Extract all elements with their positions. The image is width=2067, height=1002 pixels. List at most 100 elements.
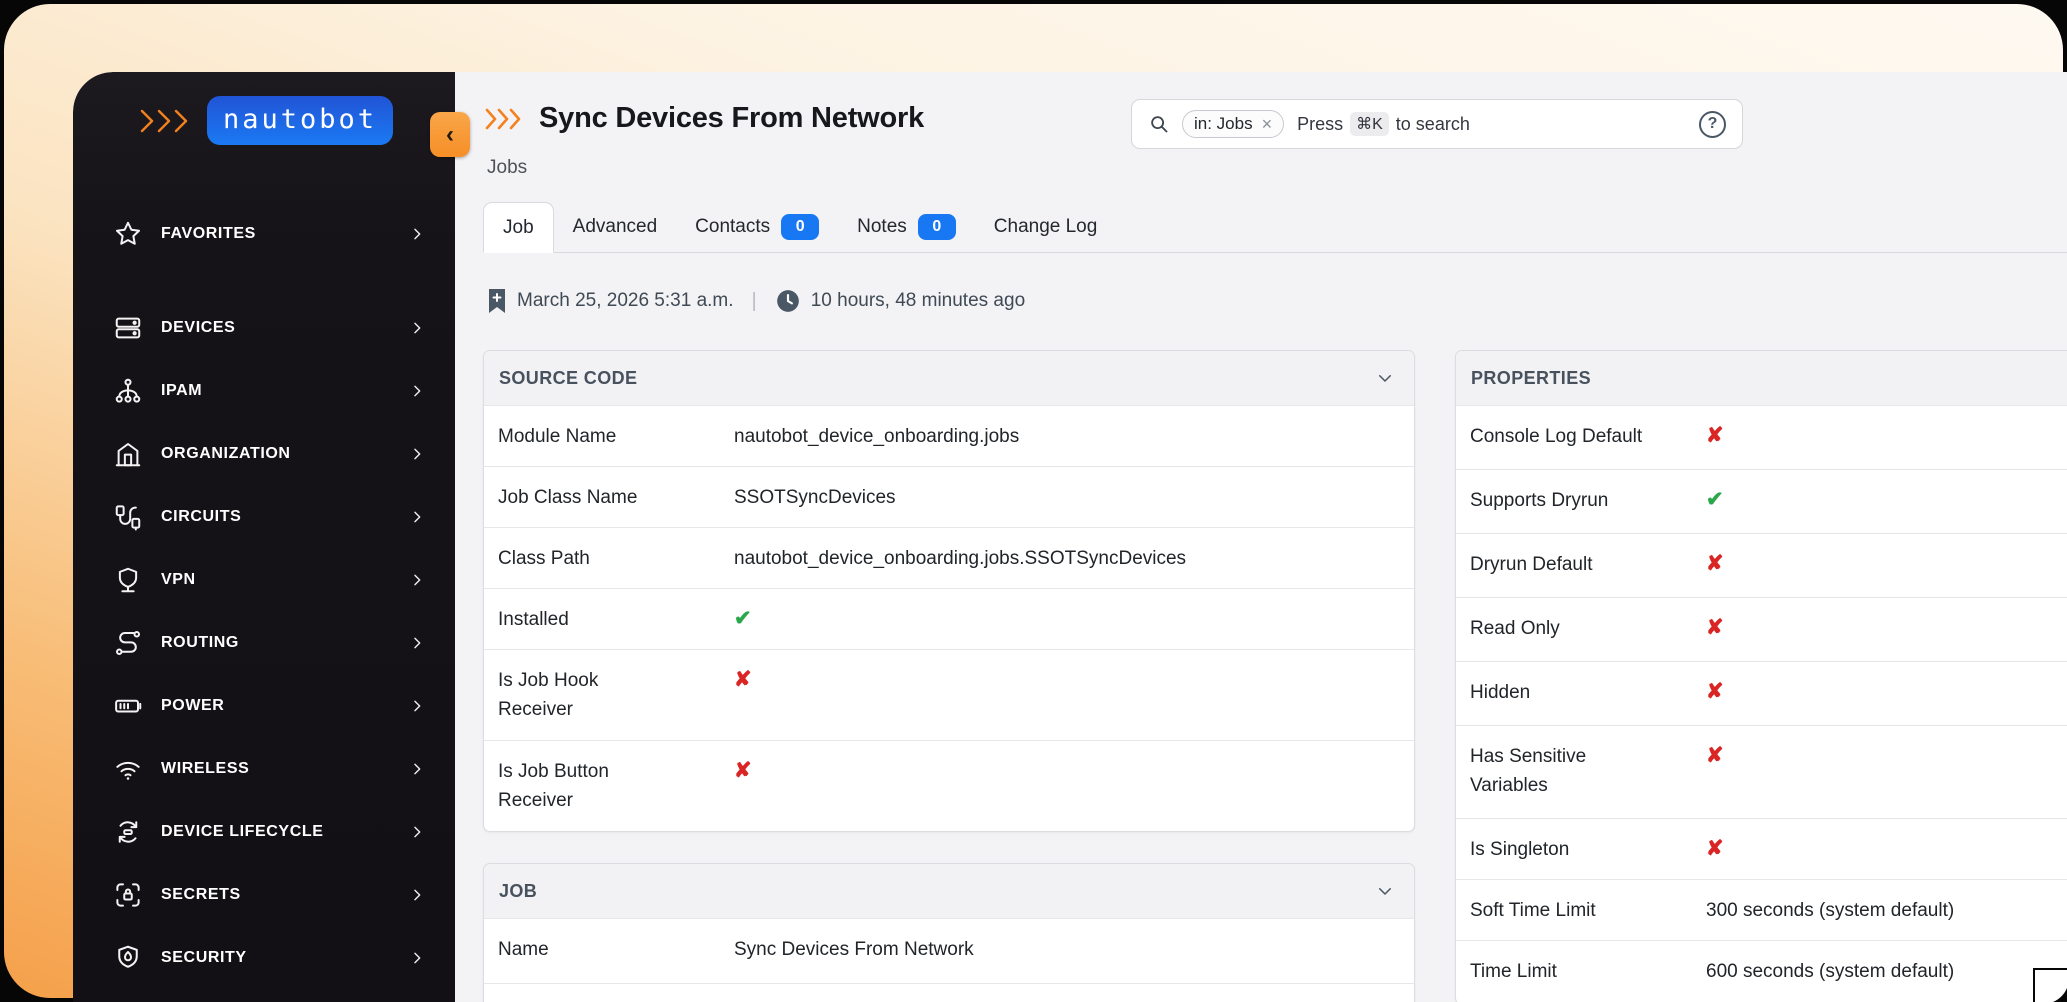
sidebar-item-label: SECRETS [161,885,241,903]
chevron-right-icon [409,698,425,714]
sidebar-item-device-lifecycle[interactable]: DEVICE LIFECYCLE [73,800,455,863]
sidebar-item-label: CIRCUITS [161,507,242,525]
chevron-right-icon [409,950,425,966]
table-row: Has Sensitive Variables ✘ [1456,725,2067,818]
table-row: Read Only ✘ [1456,597,2067,661]
chip-close-icon[interactable]: × [1262,115,1273,133]
sidebar-item-security[interactable]: SECURITY [73,926,455,989]
clock-icon [775,288,801,314]
tab-label: Job [503,216,534,238]
sidebar-item-load-balancers[interactable]: LOAD BALANCERS [73,989,455,1002]
row-value: SSOTSyncDevices [734,487,896,508]
refresh-device-icon [113,817,143,847]
search-chip-label: in: Jobs [1194,114,1253,133]
tab-change-log[interactable]: Change Log [975,202,1117,252]
search-placeholder: Press ⌘K to search [1297,112,1470,136]
row-label: Read Only [1470,618,1560,639]
chevron-right-icon [409,226,425,242]
table-row: Is Singleton ✘ [1456,818,2067,879]
sidebar-item-power[interactable]: POWER [73,674,455,737]
cross-icon: ✘ [734,668,752,691]
job-panel-header[interactable]: JOB [484,864,1414,918]
route-icon [113,628,143,658]
search-filter-chip[interactable]: in: Jobs × [1182,110,1285,138]
sidebar-item-label: VPN [161,570,196,588]
row-label: Supports Dryrun [1470,490,1609,511]
table-row: Console Log Default ✘ [1456,405,2067,469]
properties-panel-header[interactable]: PROPERTIES [1456,351,2067,405]
table-row: Hidden ✘ [1456,661,2067,725]
row-value: ✔ [1706,470,2067,515]
job-panel: JOB Name Sync Devices From Network [483,863,1415,1002]
row-label: Hidden [1470,682,1531,703]
star-icon [113,219,143,249]
panel-title: SOURCE CODE [499,367,638,388]
tab-advanced[interactable]: Advanced [554,202,677,252]
tab-contacts[interactable]: Contacts 0 [676,202,838,252]
row-value: ✘ [1706,726,2067,771]
row-label: Is Singleton [1470,839,1570,860]
table-row: Class Path nautobot_device_onboarding.jo… [484,527,1414,588]
sidebar-item-label: WIRELESS [161,759,250,777]
tab-notes[interactable]: Notes 0 [838,202,975,252]
sidebar-item-favorites[interactable]: FAVORITES [73,202,455,265]
table-row [484,983,1414,1002]
sidebar-item-label: ORGANIZATION [161,444,291,462]
help-icon[interactable]: ? [1699,110,1726,138]
global-search-input[interactable]: in: Jobs × Press ⌘K to search ? [1131,99,1743,149]
object-meta: March 25, 2026 5:31 a.m. | 10 hours, 48 … [487,288,1025,314]
network-tree-icon [113,376,143,406]
row-label: Job Class Name [498,487,638,508]
lock-brackets-icon [113,880,143,910]
source-code-panel-header[interactable]: SOURCE CODE [484,351,1414,405]
cross-icon: ✘ [1706,744,1724,767]
chevron-right-icon [409,824,425,840]
chevron-right-icon [409,572,425,588]
sidebar-item-label: POWER [161,696,225,714]
row-value: ✔ [734,589,1400,634]
sidebar-item-organization[interactable]: ORGANIZATION [73,422,455,485]
sidebar-item-label: ROUTING [161,633,239,651]
chevron-right-icon [409,635,425,651]
shield-network-icon [113,565,143,595]
row-value [734,984,1400,1000]
question-mark-glyph: ? [1707,115,1718,132]
breadcrumb-jobs[interactable]: Jobs [487,157,527,179]
search-icon [1148,113,1170,135]
sidebar-item-devices[interactable]: DEVICES [73,296,455,359]
sidebar-item-secrets[interactable]: SECRETS [73,863,455,926]
chevron-right-icon [409,509,425,525]
chevron-right-icon [409,761,425,777]
row-value: ✘ [734,650,1400,695]
chevron-right-icon [409,383,425,399]
sidebar-item-vpn[interactable]: VPN [73,548,455,611]
table-row: Job Class Name SSOTSyncDevices [484,466,1414,527]
sidebar-item-label: FAVORITES [161,224,256,242]
tab-job[interactable]: Job [483,202,554,253]
row-label: Time Limit [1470,961,1557,982]
row-label: Is Job Hook Receiver [498,670,599,720]
wifi-icon [113,754,143,784]
table-row: Module Name nautobot_device_onboarding.j… [484,405,1414,466]
detail-tabs: Job Advanced Contacts 0 Notes 0 Change L… [483,202,2067,253]
sidebar-item-ipam[interactable]: IPAM [73,359,455,422]
sidebar-item-wireless[interactable]: WIRELESS [73,737,455,800]
contacts-count-badge: 0 [781,214,820,240]
sidebar-collapse-button[interactable]: ‹ [430,112,470,157]
cross-icon: ✘ [1706,552,1724,575]
row-value: ✘ [1706,534,2067,579]
app-window: nautobot FAVORITES DEVICES IPAM ORGANIZA… [73,72,2067,1002]
sidebar-item-routing[interactable]: ROUTING [73,611,455,674]
table-row: Installed ✔ [484,588,1414,649]
row-label: Module Name [498,426,617,447]
panel-title: JOB [499,880,538,901]
row-label: Is Job Button Receiver [498,761,609,811]
search-hint-press: Press [1297,113,1344,134]
sidebar-item-circuits[interactable]: CIRCUITS [73,485,455,548]
chevron-down-icon [1376,369,1394,387]
table-row: Supports Dryrun ✔ [1456,469,2067,533]
sidebar-nav: FAVORITES DEVICES IPAM ORGANIZATION CIRC… [73,145,455,1002]
row-value: ✘ [734,741,1400,786]
row-value: 300 seconds (system default) [1706,900,1955,921]
nautobot-logo[interactable]: nautobot [73,72,455,145]
